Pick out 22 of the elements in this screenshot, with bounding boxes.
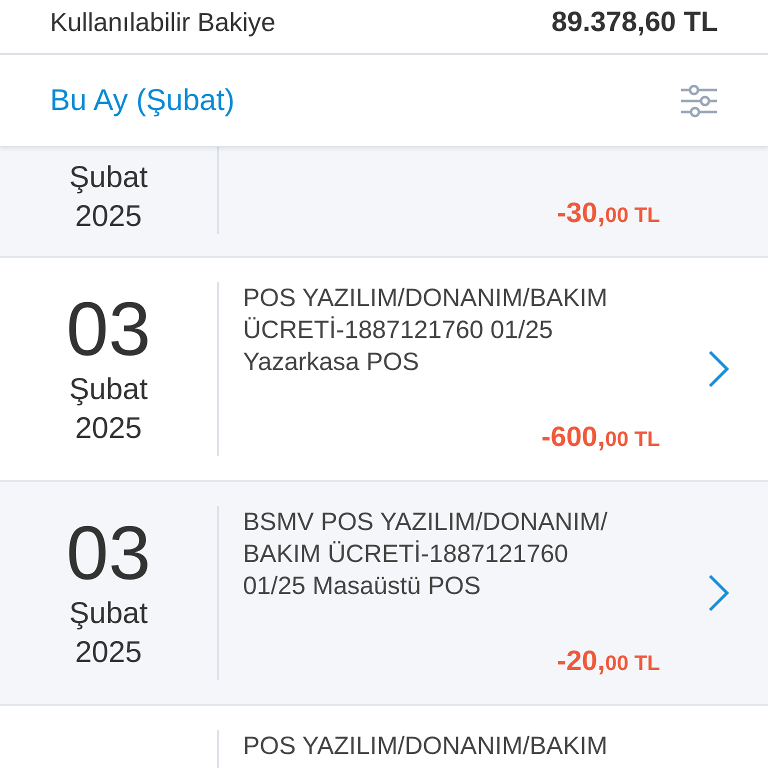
transaction-row[interactable]: Şubat 2025 -30,00 TL: [0, 147, 768, 258]
balance-label: Kullanılabilir Bakiye: [50, 6, 276, 38]
transaction-description: POS YAZILIM/DONANIM/BAKIM: [243, 731, 608, 762]
month-text: Şubat: [69, 372, 148, 408]
month-text: Şubat: [69, 160, 148, 196]
day-number: 03: [66, 290, 151, 370]
day-number: 03: [66, 514, 151, 594]
balance-amount: 89.378,60 TL: [551, 6, 718, 38]
chevron-right-icon[interactable]: [708, 350, 730, 388]
year-text: 2025: [75, 199, 142, 235]
transaction-description: BSMV POS YAZILIM/DONANIM/ BAKIM ÜCRETİ-1887121760 01/25 Masaüstü POS: [243, 507, 608, 602]
transaction-amount: -600,00 TL: [541, 420, 660, 454]
transaction-amount: -20,00 TL: [556, 644, 660, 678]
period-title[interactable]: Bu Ay (Şubat): [50, 78, 235, 123]
year-text: 2025: [75, 635, 142, 671]
transaction-description: POS YAZILIM/DONANIM/BAKIM ÜCRETİ-1887121760 01/25 Yazarkasa POS: [243, 283, 608, 378]
transaction-amount: -30,00 TL: [556, 196, 660, 230]
chevron-right-icon[interactable]: [708, 574, 730, 612]
year-text: 2025: [75, 411, 142, 447]
transaction-row[interactable]: 03 Şubat 2025 BSMV POS YAZILIM/DONANIM/ BAKIM ÜCRETİ-1887121760 01/25 Masaüstü POS -20,00 TL: [0, 482, 768, 706]
filter-icon[interactable]: [680, 84, 718, 118]
month-text: Şubat: [69, 596, 148, 632]
